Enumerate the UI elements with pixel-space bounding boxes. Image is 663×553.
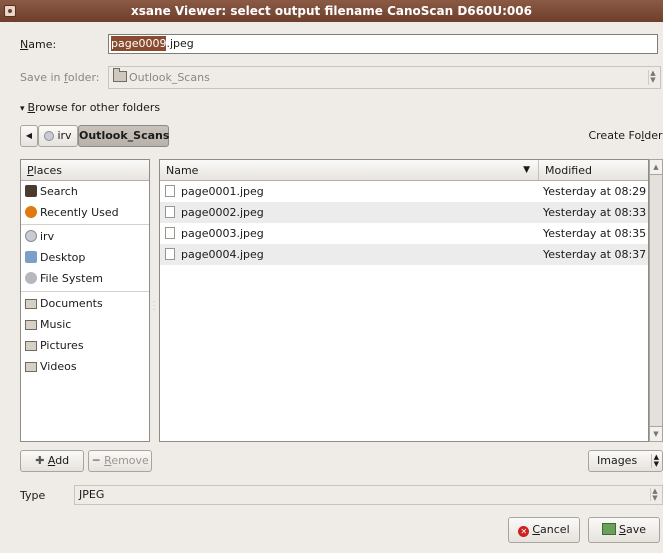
filename-extension: .jpeg bbox=[166, 37, 194, 50]
path-button-irv[interactable]: irv bbox=[38, 125, 78, 147]
binoculars-icon bbox=[25, 185, 37, 197]
file-row[interactable]: page0001.jpeg Yesterday at 08:29 bbox=[160, 181, 648, 202]
place-irv[interactable]: irv bbox=[21, 226, 54, 247]
drive-icon bbox=[25, 272, 37, 284]
folder-icon bbox=[25, 299, 37, 309]
sort-descending-icon: ▼ bbox=[523, 165, 530, 175]
column-header-name[interactable]: Name ▼ bbox=[160, 160, 539, 181]
create-folder-button[interactable]: Create Folder bbox=[588, 126, 663, 147]
combo-spinner-icon: ▲ ▼ bbox=[650, 454, 659, 468]
scroll-down-icon[interactable]: ▼ bbox=[650, 426, 662, 441]
title-bar[interactable]: xsane Viewer: select output filename Can… bbox=[0, 0, 663, 22]
places-divider bbox=[21, 224, 149, 225]
browse-expander[interactable]: ▾ Browse for other folders bbox=[20, 101, 160, 114]
place-file-system[interactable]: File System bbox=[21, 268, 103, 289]
type-label: Type bbox=[20, 489, 46, 502]
save-in-folder-label: Save in folder: bbox=[20, 71, 100, 84]
add-bookmark-button[interactable]: ✚ Add bbox=[20, 450, 84, 472]
combo-spinner-icon: ▲ ▼ bbox=[648, 70, 657, 85]
path-button-outlook-scans[interactable]: Outlook_Scans bbox=[78, 125, 169, 147]
type-combo[interactable]: JPEG ▲ ▼ bbox=[74, 485, 663, 505]
image-file-icon bbox=[165, 206, 175, 218]
place-videos[interactable]: Videos bbox=[21, 356, 77, 377]
window-title: xsane Viewer: select output filename Can… bbox=[131, 4, 532, 18]
image-file-icon bbox=[165, 185, 175, 197]
image-file-icon bbox=[165, 227, 175, 239]
folder-icon bbox=[113, 68, 127, 82]
left-arrow-icon: ◀ bbox=[25, 131, 33, 140]
filename-input[interactable]: page0009.jpeg bbox=[108, 34, 658, 54]
plus-icon: ✚ bbox=[35, 454, 45, 467]
file-list[interactable]: Name ▼ Modified page0001.jpeg Yesterday … bbox=[159, 159, 649, 442]
places-header[interactable]: Places bbox=[21, 160, 149, 181]
home-icon bbox=[44, 131, 55, 141]
place-recently-used[interactable]: Recently Used bbox=[21, 202, 119, 223]
place-search[interactable]: Search bbox=[21, 181, 78, 202]
place-desktop[interactable]: Desktop bbox=[21, 247, 85, 268]
column-header-modified[interactable]: Modified bbox=[539, 160, 648, 181]
save-in-folder-value: Outlook_Scans bbox=[129, 71, 210, 84]
folder-icon bbox=[25, 320, 37, 330]
home-icon bbox=[25, 230, 37, 242]
combo-spinner-icon: ▲ ▼ bbox=[650, 488, 659, 502]
save-in-folder-combo[interactable]: Outlook_Scans ▲ ▼ bbox=[108, 66, 661, 89]
desktop-icon bbox=[25, 251, 37, 263]
name-label: Name: bbox=[20, 38, 57, 51]
image-file-icon bbox=[165, 248, 175, 260]
pane-splitter[interactable]: · · · bbox=[153, 299, 156, 314]
cancel-icon: ✕ bbox=[518, 526, 530, 537]
remove-bookmark-button[interactable]: ━ Remove bbox=[88, 450, 152, 472]
places-divider bbox=[21, 291, 149, 292]
scroll-up-icon[interactable]: ▲ bbox=[650, 160, 662, 175]
folder-icon bbox=[25, 362, 37, 372]
path-back-button[interactable]: ◀ bbox=[20, 125, 38, 147]
recent-clock-icon bbox=[25, 206, 37, 218]
file-row[interactable]: page0002.jpeg Yesterday at 08:33 bbox=[160, 202, 648, 223]
minus-icon: ━ bbox=[92, 454, 100, 467]
filename-selected-text: page0009 bbox=[111, 36, 167, 51]
place-pictures[interactable]: Pictures bbox=[21, 335, 84, 356]
place-documents[interactable]: Documents bbox=[21, 293, 103, 314]
save-button[interactable]: Save bbox=[588, 517, 660, 543]
file-row[interactable]: page0004.jpeg Yesterday at 08:37 bbox=[160, 244, 648, 265]
expander-arrow-icon: ▾ bbox=[20, 104, 25, 114]
file-row[interactable]: page0003.jpeg Yesterday at 08:35 bbox=[160, 223, 648, 244]
file-list-scrollbar[interactable]: ▲ ▼ bbox=[649, 159, 663, 442]
file-filter-combo[interactable]: Images ▲ ▼ bbox=[588, 450, 663, 472]
cancel-button[interactable]: ✕ Cancel bbox=[508, 517, 580, 543]
places-pane[interactable]: Places Search Recently Used irv Desktop … bbox=[20, 159, 150, 442]
folder-icon bbox=[25, 341, 37, 351]
save-icon bbox=[601, 523, 616, 535]
place-music[interactable]: Music bbox=[21, 314, 71, 335]
